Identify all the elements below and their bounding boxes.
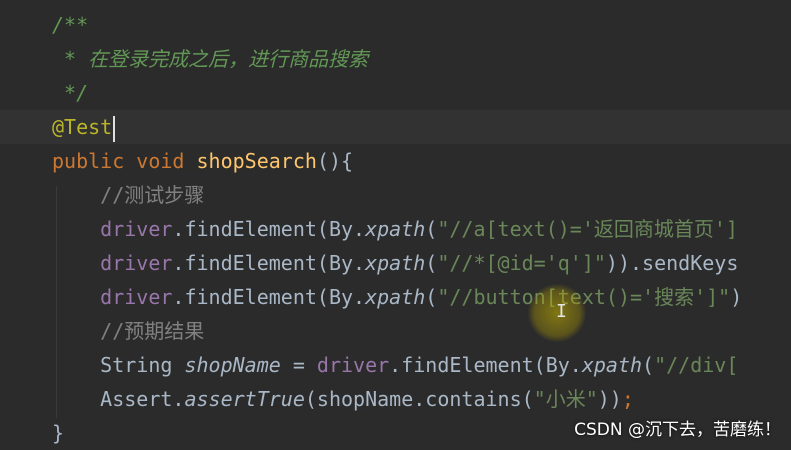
code-token: ; xyxy=(621,387,634,411)
code-token: .findElement(By. xyxy=(172,217,366,241)
code-line[interactable]: String shopName = driver.findElement(By.… xyxy=(0,348,791,382)
code-text: driver.findElement(By.xpath("//*[@id='q'… xyxy=(52,246,738,280)
code-token: driver xyxy=(100,217,173,241)
code-token: " xyxy=(533,387,546,411)
code-line[interactable]: driver.findElement(By.xpath("//button[te… xyxy=(0,280,791,314)
code-text: public void shopSearch(){ xyxy=(52,144,353,178)
code-line[interactable]: public void shopSearch(){ xyxy=(0,144,791,178)
code-token: String xyxy=(100,353,185,377)
code-text: driver.findElement(By.xpath("//button[te… xyxy=(52,280,742,314)
code-token: .findElement(By. xyxy=(389,353,582,377)
code-token: * xyxy=(64,47,89,71)
code-token: "//a[text()=' xyxy=(437,217,594,241)
code-text: //测试步骤 xyxy=(52,178,204,212)
code-editor[interactable]: /** * 在登录完成之后，进行商品搜索 */ @Test public void … xyxy=(0,0,791,448)
code-token: ( xyxy=(425,285,438,309)
code-token: (){ xyxy=(316,149,354,173)
code-token: /** xyxy=(52,13,89,37)
code-text: driver.findElement(By.xpath("//a[text()=… xyxy=(52,212,738,246)
code-token: 返回商城首页 xyxy=(593,217,714,241)
code-token: xpath xyxy=(581,353,643,377)
code-token: assertTrue xyxy=(184,387,305,411)
code-line[interactable]: * 在登录完成之后，进行商品搜索 xyxy=(0,42,791,76)
text-caret xyxy=(113,115,116,142)
code-token: // xyxy=(100,319,125,343)
code-text: } xyxy=(52,416,64,450)
code-token: .findElement(By. xyxy=(172,251,366,275)
code-token: 在登录完成之后，进行商品搜索 xyxy=(88,47,369,71)
code-text: */ xyxy=(52,76,88,110)
code-token: 预期结果 xyxy=(124,319,205,343)
code-token: '] xyxy=(713,217,738,241)
code-token: driver xyxy=(100,285,173,309)
code-text: //预期结果 xyxy=(52,314,204,348)
code-token: */ xyxy=(64,81,89,105)
code-line[interactable]: Assert.assertTrue(shopName.contains("小米"… xyxy=(0,382,791,416)
code-line[interactable]: driver.findElement(By.xpath("//*[@id='q'… xyxy=(0,246,791,280)
code-token: 小米 xyxy=(545,387,586,411)
code-token: )).sendKeys xyxy=(605,251,739,275)
code-token: void xyxy=(136,149,185,173)
code-token: Assert. xyxy=(100,387,185,411)
code-token: = xyxy=(280,353,317,377)
code-token: xpath xyxy=(365,285,426,309)
code-token: ) xyxy=(730,285,743,309)
code-text: /** xyxy=(52,8,88,42)
code-line[interactable]: //预期结果 xyxy=(0,314,791,348)
code-token: ( xyxy=(425,251,438,275)
code-token: (shopName.contains( xyxy=(304,387,534,411)
code-token: ']" xyxy=(694,285,731,309)
code-line[interactable]: /** xyxy=(0,8,791,42)
code-token: )) xyxy=(597,387,622,411)
code-token: public xyxy=(52,149,125,173)
code-text: String shopName = driver.findElement(By.… xyxy=(52,348,738,382)
code-text: @Test xyxy=(52,110,116,144)
code-token: "//*[@id='q']" xyxy=(437,251,606,275)
code-token: driver xyxy=(100,251,173,275)
code-token: xpath xyxy=(365,217,426,241)
code-line[interactable]: @Test xyxy=(0,110,791,144)
code-token: shopName xyxy=(184,353,281,377)
code-token: } xyxy=(52,421,65,445)
code-text: Assert.assertTrue(shopName.contains("小米"… xyxy=(52,382,634,416)
code-token: 测试步骤 xyxy=(124,183,205,207)
code-token: @Test xyxy=(52,115,113,139)
code-token: ( xyxy=(425,217,438,241)
code-line[interactable]: //测试步骤 xyxy=(0,178,791,212)
code-token: // xyxy=(100,183,125,207)
code-token: ( xyxy=(642,353,655,377)
text-cursor-icon: I xyxy=(556,301,567,322)
code-text: * 在登录完成之后，进行商品搜索 xyxy=(52,42,368,76)
code-line[interactable]: driver.findElement(By.xpath("//a[text()=… xyxy=(0,212,791,246)
code-token: xpath xyxy=(365,251,426,275)
code-token: " xyxy=(585,387,598,411)
code-token: driver xyxy=(316,353,390,377)
code-token: shopSearch xyxy=(196,149,317,173)
code-token: 搜索 xyxy=(654,285,695,309)
code-line[interactable]: */ xyxy=(0,76,791,110)
code-token: .findElement(By. xyxy=(172,285,366,309)
code-token: "//div[ xyxy=(654,353,739,377)
watermark: CSDN @沉下去，苦磨练！ xyxy=(574,420,781,440)
